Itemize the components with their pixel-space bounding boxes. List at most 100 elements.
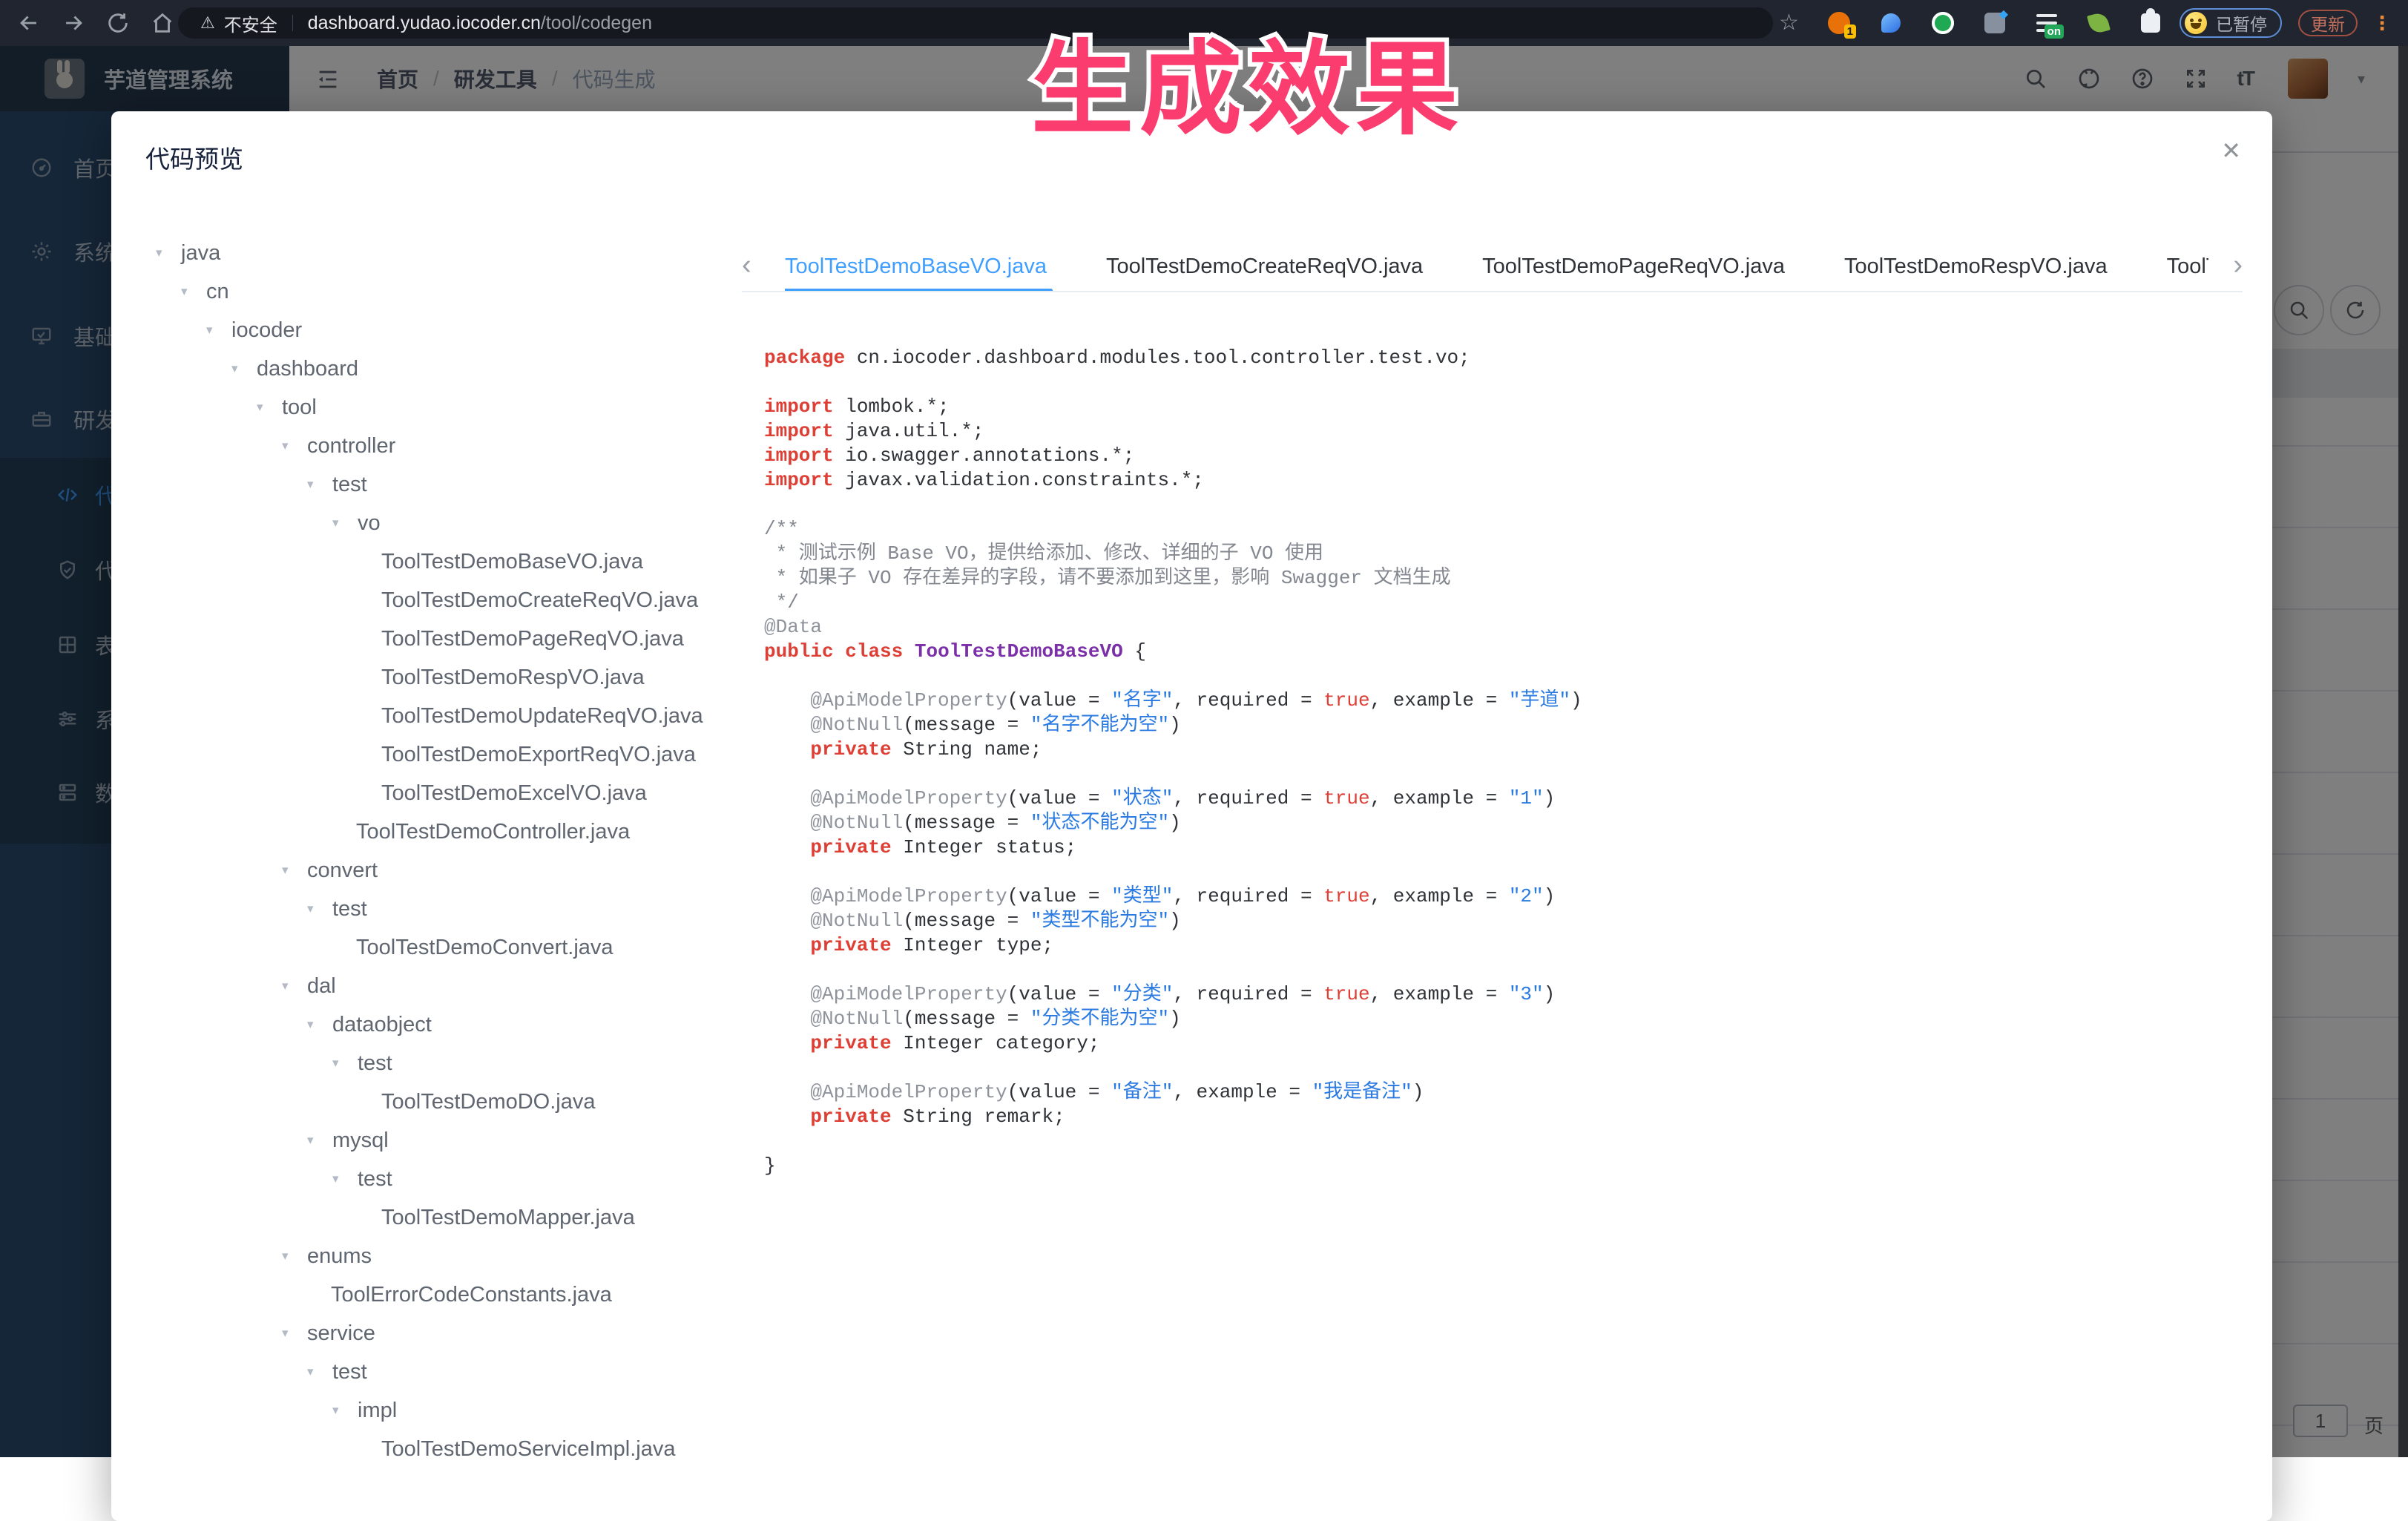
tabs-scroll-left-icon[interactable]: ‹: [742, 248, 751, 282]
code-line: @ApiModelProperty(value = "类型", required…: [764, 884, 2251, 909]
tree-node-label: tool: [282, 395, 317, 420]
caret-down-icon[interactable]: ▾: [307, 1017, 332, 1032]
tree-node-label: impl: [358, 1399, 397, 1423]
tree-node-label: ToolTestDemoCreateReqVO.java: [381, 588, 698, 613]
tree-folder[interactable]: ▾convert: [111, 851, 753, 890]
code-line: [764, 1056, 2251, 1080]
code-line: public class ToolTestDemoBaseVO {: [764, 640, 2251, 664]
caret-down-icon[interactable]: ▾: [307, 477, 332, 492]
tree-node-label: test: [332, 473, 367, 497]
tree-file[interactable]: ToolTestDemoUpdateReqVO.java: [111, 697, 753, 735]
tabs-scroll-right-icon[interactable]: ›: [2233, 248, 2243, 282]
tree-file[interactable]: ToolTestDemoServiceImpl.java: [111, 1430, 753, 1468]
caret-down-icon[interactable]: ▾: [181, 284, 206, 299]
tree-folder[interactable]: ▾test: [111, 1044, 753, 1083]
code-line: @ApiModelProperty(value = "名字", required…: [764, 689, 2251, 713]
url-bar[interactable]: ⚠ 不安全 dashboard.yudao.iocoder.cn /tool/c…: [178, 7, 1773, 39]
home-icon[interactable]: [150, 10, 175, 36]
caret-down-icon[interactable]: ▾: [282, 979, 307, 993]
forward-icon[interactable]: [61, 10, 86, 36]
extension-white-puzzle-icon[interactable]: [2138, 10, 2163, 36]
caret-down-icon[interactable]: ▾: [156, 246, 181, 260]
tree-folder[interactable]: ▾enums: [111, 1237, 753, 1275]
tab-bar: ToolTestDemoBaseVO.java ToolTestDemoCreat…: [785, 243, 2208, 292]
file-tab-4[interactable]: ToolTestDemoUpdateReqVO.java: [2167, 243, 2208, 292]
tree-folder[interactable]: ▾vo: [111, 504, 753, 542]
caret-down-icon[interactable]: ▾: [307, 1133, 332, 1148]
caret-down-icon[interactable]: ▾: [231, 361, 257, 376]
tree-node-label: ToolTestDemoDO.java: [381, 1090, 596, 1114]
tree-folder[interactable]: ▾tool: [111, 388, 753, 427]
file-tab-2[interactable]: ToolTestDemoPageReqVO.java: [1482, 243, 1785, 292]
reload-icon[interactable]: [105, 10, 131, 36]
tree-file[interactable]: ToolTestDemoExportReqVO.java: [111, 735, 753, 774]
tree-folder[interactable]: ▾dashboard: [111, 349, 753, 388]
tree-file[interactable]: ToolTestDemoDO.java: [111, 1083, 753, 1121]
tree-folder[interactable]: ▾dal: [111, 967, 753, 1005]
bookmark-star-icon[interactable]: ☆: [1779, 10, 1799, 36]
paused-profile-button[interactable]: 已暂停: [2180, 8, 2282, 38]
tree-node-label: ToolTestDemoPageReqVO.java: [381, 627, 684, 651]
caret-down-icon[interactable]: ▾: [282, 863, 307, 878]
tree-file[interactable]: ToolTestDemoController.java: [111, 812, 753, 851]
code-line: import javax.validation.constraints.*;: [764, 468, 2251, 493]
code-line: private Integer status;: [764, 835, 2251, 860]
code-line: */: [764, 591, 2251, 615]
file-tab-1[interactable]: ToolTestDemoCreateReqVO.java: [1106, 243, 1423, 292]
caret-down-icon[interactable]: ▾: [282, 438, 307, 453]
tree-node-label: ToolErrorCodeConstants.java: [331, 1283, 612, 1307]
caret-down-icon[interactable]: ▾: [206, 323, 231, 338]
tree-folder[interactable]: ▾java: [111, 234, 753, 272]
code-line: @ApiModelProperty(value = "分类", required…: [764, 982, 2251, 1007]
extension-green-icon[interactable]: [1930, 10, 1955, 36]
tree-folder[interactable]: ▾mysql: [111, 1121, 753, 1160]
extension-list-icon[interactable]: on: [2034, 10, 2059, 36]
tree-folder[interactable]: ▾controller: [111, 427, 753, 465]
file-tab-strip: ‹ ToolTestDemoBaseVO.java ToolTestDemoCre…: [742, 243, 2243, 292]
caret-down-icon[interactable]: ▾: [332, 516, 358, 530]
tree-folder[interactable]: ▾test: [111, 465, 753, 504]
close-icon[interactable]: ✕: [2221, 137, 2241, 165]
caret-down-icon[interactable]: ▾: [307, 901, 332, 916]
modal-title: 代码预览: [145, 139, 243, 175]
file-tab-3[interactable]: ToolTestDemoRespVO.java: [1844, 243, 2108, 292]
tree-file[interactable]: ToolErrorCodeConstants.java: [111, 1275, 753, 1314]
tree-folder[interactable]: ▾test: [111, 1160, 753, 1198]
tree-file[interactable]: ToolTestDemoConvert.java: [111, 928, 753, 967]
code-line: private String remark;: [764, 1105, 2251, 1129]
caret-down-icon[interactable]: ▾: [307, 1364, 332, 1379]
caret-down-icon[interactable]: ▾: [332, 1403, 358, 1418]
tree-folder[interactable]: ▾iocoder: [111, 311, 753, 349]
browser-menu-icon[interactable]: ⋮: [2372, 10, 2392, 36]
url-path: /tool/codegen: [541, 13, 652, 34]
file-tab-0[interactable]: ToolTestDemoBaseVO.java: [785, 243, 1047, 292]
tree-file[interactable]: ToolTestDemoRespVO.java: [111, 658, 753, 697]
extensions-row: 1 on: [1826, 0, 2163, 46]
tree-folder[interactable]: ▾test: [111, 1353, 753, 1391]
tree-node-label: service: [307, 1321, 375, 1346]
code-line: [764, 762, 2251, 786]
tree-file[interactable]: ToolTestDemoBaseVO.java: [111, 542, 753, 581]
caret-down-icon[interactable]: ▾: [257, 400, 282, 415]
tree-file[interactable]: ToolTestDemoExcelVO.java: [111, 774, 753, 812]
extension-leaf-icon[interactable]: [2086, 10, 2111, 36]
extension-pin-icon[interactable]: [1878, 10, 1904, 36]
tree-node-label: test: [358, 1167, 392, 1192]
back-icon[interactable]: [16, 10, 42, 36]
tree-folder[interactable]: ▾dataobject: [111, 1005, 753, 1044]
caret-down-icon[interactable]: ▾: [282, 1326, 307, 1341]
caret-down-icon[interactable]: ▾: [332, 1056, 358, 1071]
browser-update-button[interactable]: 更新: [2298, 10, 2358, 36]
tree-folder[interactable]: ▾test: [111, 890, 753, 928]
file-tree: ▾java▾cn▾iocoder▾dashboard▾tool▾controll…: [111, 234, 753, 1521]
tree-folder[interactable]: ▾impl: [111, 1391, 753, 1430]
extension-puzzle-icon[interactable]: [1982, 10, 2007, 36]
caret-down-icon[interactable]: ▾: [282, 1249, 307, 1264]
tree-file[interactable]: ToolTestDemoPageReqVO.java: [111, 620, 753, 658]
tree-folder[interactable]: ▾service: [111, 1314, 753, 1353]
tree-file[interactable]: ToolTestDemoMapper.java: [111, 1198, 753, 1237]
tree-file[interactable]: ToolTestDemoCreateReqVO.java: [111, 581, 753, 620]
caret-down-icon[interactable]: ▾: [332, 1172, 358, 1186]
tree-folder[interactable]: ▾cn: [111, 272, 753, 311]
extension-orange-icon[interactable]: 1: [1826, 10, 1852, 36]
